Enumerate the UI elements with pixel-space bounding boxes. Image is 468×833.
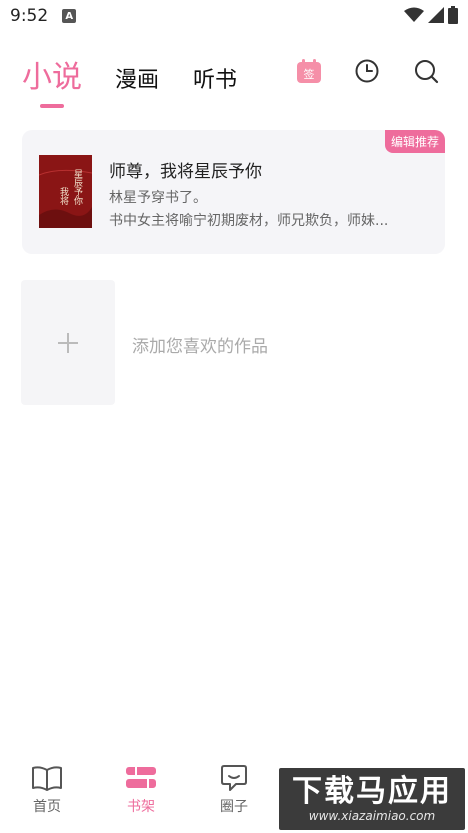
clock-icon (355, 59, 379, 83)
nav-bookshelf-label: 书架 (127, 799, 155, 815)
plus-icon (58, 332, 78, 353)
editor-pick-badge: 编辑推荐 (384, 130, 445, 153)
watermark-logo: 下载马应用 www.xiazaimiao.com (279, 768, 465, 830)
notification-badge: A (62, 9, 77, 23)
nav-home[interactable]: 首页 (17, 764, 77, 816)
battery-icon (448, 6, 458, 24)
watermark-url: www.xiazaimiao.com (308, 809, 436, 823)
cover-subtitle-text: 我将 (58, 187, 69, 205)
status-icons (404, 6, 458, 24)
active-tab-indicator (40, 104, 64, 108)
search-icon (415, 60, 439, 84)
watermark-title: 下载马应用 (292, 774, 452, 809)
recommended-book-card[interactable]: 编辑推荐 星辰予你 我将 师尊，我将星辰予你 林星予穿书了。 书中女主将喻宁初期… (22, 130, 445, 254)
book-intro-line: 林星予穿书了。 (109, 190, 207, 206)
book-cover: 星辰予你 我将 (39, 155, 92, 228)
tab-novels[interactable]: 小说 (22, 52, 82, 96)
chat-bubble-icon (221, 765, 247, 791)
tab-audiobooks[interactable]: 听书 (193, 62, 237, 94)
nav-circle-label: 圈子 (220, 799, 248, 815)
top-tab-bar: 小说 漫画 听书 签 (0, 48, 468, 118)
bookshelf-icon (126, 767, 156, 788)
book-description: 书中女主将喻宁初期废材，师兄欺负，师妹... (109, 213, 389, 229)
calendar-sign-icon: 签 (297, 59, 321, 83)
sign-in-button[interactable]: 签 (294, 56, 324, 86)
status-bar: 9:52 A (0, 0, 468, 32)
tab-comics[interactable]: 漫画 (115, 62, 159, 94)
wifi-icon (404, 7, 424, 22)
nav-bookshelf[interactable]: 书架 (111, 764, 171, 816)
add-work-button[interactable] (21, 280, 115, 405)
history-button[interactable] (352, 56, 382, 86)
book-open-icon (32, 766, 62, 791)
signal-icon (428, 7, 444, 23)
nav-circle[interactable]: 圈子 (204, 764, 264, 816)
status-time: 9:52 (10, 6, 49, 26)
add-work-label: 添加您喜欢的作品 (132, 337, 268, 357)
nav-home-label: 首页 (33, 799, 61, 815)
cover-title-text: 星辰予你 (72, 169, 83, 205)
book-title: 师尊，我将星辰予你 (109, 162, 262, 182)
search-button[interactable] (411, 56, 441, 86)
sign-in-text: 签 (304, 67, 315, 81)
